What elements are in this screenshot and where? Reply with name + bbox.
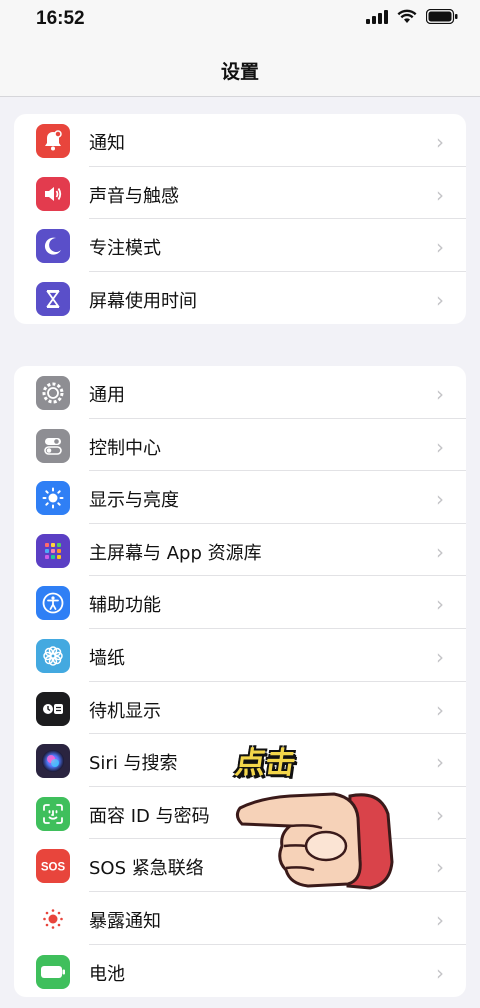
settings-row-label: 通用 bbox=[89, 385, 125, 406]
chevron-right-icon: › bbox=[436, 539, 444, 564]
settings-row-exposure[interactable]: 暴露通知 › bbox=[14, 892, 466, 945]
svg-text:SOS: SOS bbox=[41, 862, 66, 874]
chevron-right-icon: › bbox=[436, 644, 444, 669]
settings-row-label: 待机显示 bbox=[89, 700, 161, 722]
settings-row-general[interactable]: 通用 › bbox=[14, 366, 466, 419]
settings-row-label: 声音与触感 bbox=[89, 185, 179, 207]
click-annotation: 点击 bbox=[233, 746, 298, 781]
chevron-right-icon: › bbox=[436, 235, 444, 260]
chevron-right-icon: › bbox=[436, 487, 444, 512]
standby-icon bbox=[36, 691, 70, 726]
settings-group-general: 通用 › 控制中心 › 显示与亮度 › 主屏幕与 App 资源库 › 辅助功能 … bbox=[14, 366, 466, 998]
settings-row-home-screen[interactable]: 主屏幕与 App 资源库 › bbox=[14, 524, 466, 577]
settings-row-sounds[interactable]: 声音与触感 › bbox=[14, 167, 466, 220]
chevron-right-icon: › bbox=[436, 130, 444, 154]
settings-row-label: 屏幕使用时间 bbox=[89, 290, 197, 312]
moon-icon bbox=[36, 229, 70, 264]
bell-icon bbox=[36, 124, 70, 158]
settings-row-label: 专注模式 bbox=[89, 238, 161, 260]
flower-icon bbox=[36, 638, 70, 673]
chevron-right-icon: › bbox=[436, 592, 444, 617]
pointing-hand-icon bbox=[230, 784, 400, 898]
settings-row-label: 面容 ID 与密码 bbox=[89, 805, 210, 827]
toggles-icon bbox=[36, 428, 70, 463]
chevron-right-icon: › bbox=[436, 287, 444, 312]
page-title: 设置 bbox=[220, 61, 259, 83]
settings-row-label: 主屏幕与 App 资源库 bbox=[89, 542, 262, 564]
settings-row-control-center[interactable]: 控制中心 › bbox=[14, 419, 466, 472]
chevron-right-icon: › bbox=[436, 182, 444, 207]
chevron-right-icon: › bbox=[436, 697, 444, 722]
sos-icon: SOS bbox=[36, 849, 70, 884]
status-icons bbox=[366, 9, 458, 24]
settings-row-battery[interactable]: 电池 › bbox=[14, 945, 466, 998]
accessibility-icon bbox=[36, 586, 70, 621]
speaker-icon bbox=[36, 176, 70, 211]
settings-row-label: 电池 bbox=[89, 963, 125, 985]
settings-row-notifications[interactable]: 通知 › bbox=[14, 114, 466, 167]
exposure-icon bbox=[36, 901, 70, 936]
chevron-right-icon: › bbox=[436, 750, 444, 775]
settings-row-focus[interactable]: 专注模式 › bbox=[14, 219, 466, 272]
wifi-icon bbox=[397, 9, 417, 23]
chevron-right-icon: › bbox=[436, 434, 444, 459]
app-grid-icon bbox=[36, 533, 70, 568]
settings-row-accessibility[interactable]: 辅助功能 › bbox=[14, 576, 466, 629]
face-id-icon bbox=[36, 796, 70, 831]
settings-row-label: 墙纸 bbox=[89, 647, 125, 669]
hourglass-icon bbox=[36, 281, 70, 316]
battery-icon bbox=[36, 954, 70, 989]
settings-row-label: 辅助功能 bbox=[89, 595, 161, 617]
navigation-bar: 设置 bbox=[0, 40, 480, 97]
settings-row-wallpaper[interactable]: 墙纸 › bbox=[14, 629, 466, 682]
settings-row-display[interactable]: 显示与亮度 › bbox=[14, 471, 466, 524]
chevron-right-icon: › bbox=[436, 907, 444, 932]
settings-row-standby[interactable]: 待机显示 › bbox=[14, 682, 466, 735]
battery-status-icon bbox=[426, 9, 458, 24]
settings-row-label: 通知 bbox=[89, 133, 125, 154]
status-bar: 16:52 bbox=[0, 0, 480, 40]
settings-row-screen-time[interactable]: 屏幕使用时间 › bbox=[14, 272, 466, 325]
settings-row-label: 暴露通知 bbox=[89, 910, 161, 932]
siri-icon bbox=[36, 744, 70, 779]
status-time: 16:52 bbox=[36, 8, 85, 29]
settings-row-label: 显示与亮度 bbox=[89, 490, 179, 512]
chevron-right-icon: › bbox=[436, 382, 444, 406]
sun-icon bbox=[36, 481, 70, 516]
chevron-right-icon: › bbox=[436, 960, 444, 985]
settings-row-label: SOS 紧急联络 bbox=[89, 858, 204, 880]
cellular-signal-icon bbox=[366, 9, 388, 24]
gear-icon bbox=[36, 376, 70, 410]
chevron-right-icon: › bbox=[436, 855, 444, 880]
settings-group-notifications: 通知 › 声音与触感 › 专注模式 › 屏幕使用时间 › bbox=[14, 114, 466, 325]
settings-row-label: 控制中心 bbox=[89, 437, 161, 459]
settings-row-label: Siri 与搜索 bbox=[89, 753, 178, 775]
chevron-right-icon: › bbox=[436, 802, 444, 827]
